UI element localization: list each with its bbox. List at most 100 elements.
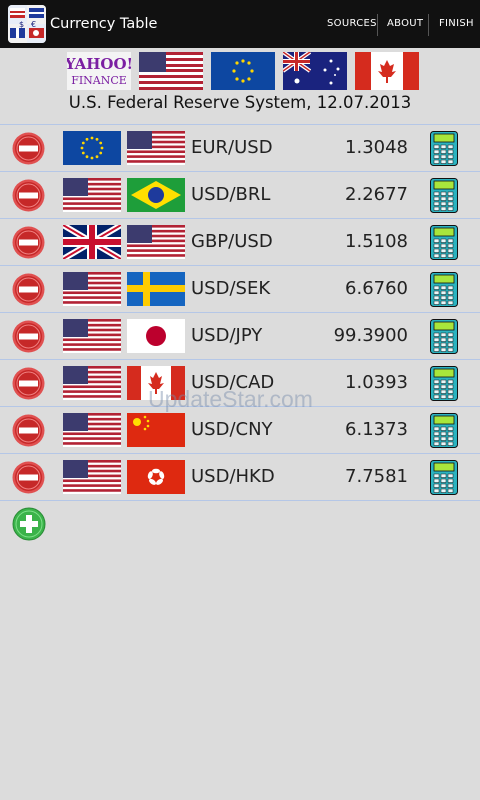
exchange-rate-value: 1.5108 — [345, 231, 408, 252]
currency-pair-label: USD/BRL — [191, 184, 271, 205]
remove-pair-button[interactable] — [12, 226, 45, 259]
remove-pair-button[interactable] — [12, 273, 45, 306]
gb-flag-icon — [61, 222, 123, 262]
exchange-rate-value: 99.3900 — [333, 325, 408, 346]
from-currency-flag — [63, 131, 121, 165]
row-divider — [0, 500, 480, 501]
us-flag-icon — [127, 131, 185, 165]
about-button[interactable]: ABOUT — [387, 0, 423, 48]
jp-flag-icon — [127, 319, 185, 353]
action-separator — [377, 14, 378, 36]
remove-pair-button[interactable] — [12, 367, 45, 400]
minus-circle-icon — [12, 179, 45, 212]
watermark: UpdateStar.com — [148, 386, 313, 412]
remove-pair-button[interactable] — [12, 461, 45, 494]
to-currency-flag — [127, 178, 185, 212]
svg-text:$: $ — [19, 20, 24, 29]
minus-circle-icon — [12, 132, 45, 165]
minus-circle-icon — [12, 226, 45, 259]
from-currency-flag — [63, 366, 121, 400]
calculator-icon — [430, 413, 458, 448]
eu-flag-icon — [63, 131, 121, 165]
add-currency-button[interactable] — [12, 507, 46, 541]
to-currency-flag — [127, 460, 185, 494]
au-flag-icon — [281, 50, 347, 90]
us-flag-icon — [63, 366, 121, 400]
app-title: Currency Table — [50, 16, 158, 32]
currency-row[interactable]: USD/CNY 6.1373 — [0, 407, 480, 454]
calculator-button[interactable] — [430, 131, 458, 166]
cn-flag-icon — [127, 413, 185, 447]
calculator-button[interactable] — [430, 319, 458, 354]
ca-flag-icon — [355, 52, 419, 90]
remove-pair-button[interactable] — [12, 132, 45, 165]
currency-pair-label: GBP/USD — [191, 231, 273, 252]
currency-row[interactable]: EUR/USD 1.3048 — [0, 125, 480, 172]
calculator-icon — [430, 178, 458, 213]
remove-pair-button[interactable] — [12, 320, 45, 353]
br-flag-icon — [127, 178, 185, 212]
calculator-icon — [430, 460, 458, 495]
minus-circle-icon — [12, 461, 45, 494]
exchange-rate-value: 1.3048 — [345, 137, 408, 158]
currency-pair-label: USD/HKD — [191, 466, 275, 487]
calculator-button[interactable] — [430, 178, 458, 213]
to-currency-flag — [127, 225, 185, 259]
currency-row[interactable]: USD/SEK 6.6760 — [0, 266, 480, 313]
eu-flag-icon — [211, 52, 275, 90]
from-currency-flag — [63, 178, 121, 212]
calculator-icon — [430, 319, 458, 354]
us-source-flag[interactable] — [139, 52, 203, 90]
calculator-button[interactable] — [430, 366, 458, 401]
yahoo-finance-source[interactable]: YAHOO! FINANCE — [64, 52, 133, 90]
us-flag-icon — [63, 178, 121, 212]
currency-row[interactable]: USD/HKD 7.7581 — [0, 454, 480, 501]
minus-circle-icon — [12, 273, 45, 306]
currency-pair-label: USD/CNY — [191, 419, 273, 440]
us-flag-icon — [63, 413, 121, 447]
remove-pair-button[interactable] — [12, 414, 45, 447]
us-flag-icon — [139, 52, 203, 90]
exchange-rate-value: 6.6760 — [345, 278, 408, 299]
remove-pair-button[interactable] — [12, 179, 45, 212]
calculator-button[interactable] — [430, 272, 458, 307]
eu-source-flag[interactable] — [211, 52, 275, 90]
app-logo-icon[interactable]: $ € — [8, 5, 46, 43]
yahoo-finance-logo: YAHOO! FINANCE — [64, 52, 133, 90]
action-separator — [428, 14, 429, 36]
exchange-rate-value: 7.7581 — [345, 466, 408, 487]
finish-button[interactable]: FINISH — [439, 0, 474, 48]
minus-circle-icon — [12, 414, 45, 447]
calculator-icon — [430, 225, 458, 260]
currency-row[interactable]: USD/JPY 99.3900 — [0, 313, 480, 360]
calculator-icon — [430, 366, 458, 401]
currency-row[interactable]: USD/BRL 2.2677 — [0, 172, 480, 219]
currency-row[interactable]: GBP/USD 1.5108 — [0, 219, 480, 266]
ca-source-flag[interactable] — [355, 52, 419, 90]
se-flag-icon — [127, 272, 185, 306]
exchange-rate-value: 6.1373 — [345, 419, 408, 440]
plus-circle-icon — [12, 507, 46, 541]
from-currency-flag — [63, 460, 121, 494]
from-currency-flag — [63, 272, 121, 306]
currency-pair-label: USD/JPY — [191, 325, 263, 346]
calculator-icon — [430, 131, 458, 166]
from-currency-flag — [61, 222, 123, 262]
sources-button[interactable]: SOURCES — [327, 0, 377, 48]
calculator-button[interactable] — [430, 460, 458, 495]
au-source-flag[interactable] — [281, 50, 347, 90]
calculator-icon — [430, 272, 458, 307]
us-flag-icon — [63, 460, 121, 494]
yahoo-logo-line1: YAHOO! — [67, 55, 131, 73]
calculator-button[interactable] — [430, 413, 458, 448]
calculator-button[interactable] — [430, 225, 458, 260]
from-currency-flag — [63, 413, 121, 447]
to-currency-flag — [127, 272, 185, 306]
source-label: U.S. Federal Reserve System, 12.07.2013 — [68, 93, 412, 112]
exchange-rate-value: 1.0393 — [345, 372, 408, 393]
currency-pair-label: EUR/USD — [191, 137, 273, 158]
to-currency-flag — [127, 319, 185, 353]
from-currency-flag — [63, 319, 121, 353]
to-currency-flag — [127, 131, 185, 165]
minus-circle-icon — [12, 367, 45, 400]
